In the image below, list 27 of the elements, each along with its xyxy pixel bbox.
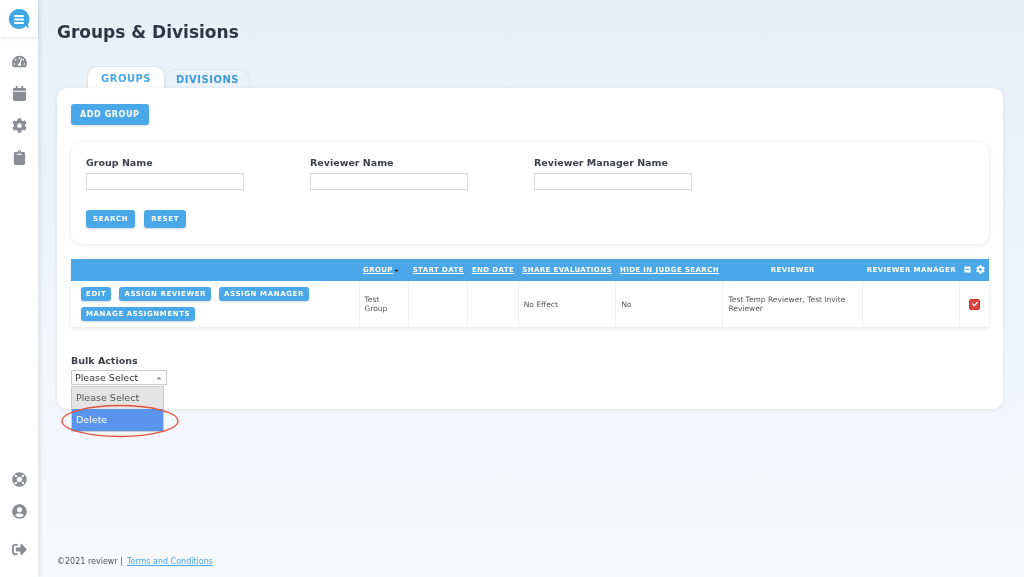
dropdown-option[interactable]: Please Select	[72, 387, 163, 409]
collapse-icon[interactable]	[964, 266, 971, 273]
settings-icon[interactable]	[11, 117, 27, 133]
bulk-actions-select[interactable]: Please Select	[71, 370, 167, 385]
clipboard-icon[interactable]	[11, 149, 27, 165]
row-checkbox[interactable]	[969, 298, 981, 310]
settings-icon[interactable]	[976, 265, 985, 274]
field-label: Reviewer Manager Name	[534, 157, 669, 168]
terms-link[interactable]: Terms and Conditions	[126, 557, 213, 566]
gauge-icon[interactable]	[11, 53, 27, 69]
tab[interactable]: DIVISIONS	[165, 69, 251, 88]
calendar-icon[interactable]	[11, 85, 27, 101]
input-field[interactable]	[534, 173, 692, 190]
input-field[interactable]	[86, 173, 244, 190]
field-label: Group Name	[86, 157, 154, 168]
dropdown-option[interactable]: Delete	[72, 409, 163, 431]
add-group-button[interactable]: ADD GROUP	[71, 104, 149, 125]
lifebuoy-icon[interactable]	[11, 471, 27, 487]
logo-icon[interactable]	[8, 7, 30, 30]
input-field[interactable]	[310, 173, 468, 190]
copyright-text: ©2021 reviewr |	[57, 557, 123, 566]
logout-icon[interactable]	[11, 541, 27, 557]
tab[interactable]: GROUPS	[87, 66, 166, 88]
bulk-actions-label: Bulk Actions	[71, 355, 139, 366]
page-title: Groups & Divisions	[57, 22, 240, 42]
user-icon[interactable]	[11, 503, 27, 519]
field-label: Reviewer Name	[310, 157, 395, 168]
